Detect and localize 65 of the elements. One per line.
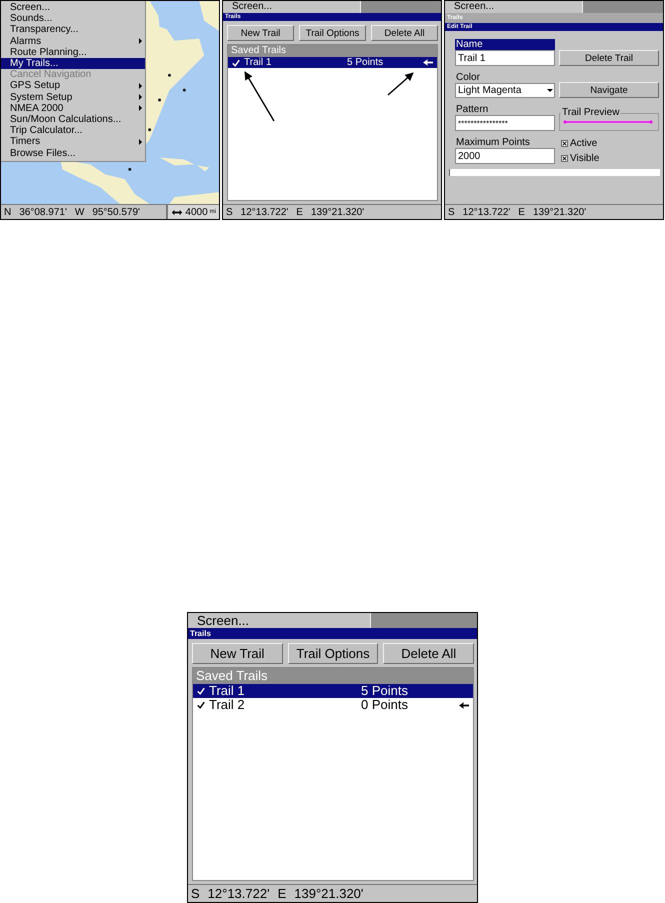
dropdown-arrow-icon [546, 89, 554, 92]
coordinate-text: E [296, 206, 303, 218]
coordinate-text: N [4, 206, 12, 218]
list-header: Saved Trails [193, 668, 473, 684]
menu-item[interactable]: Screen... [1, 2, 145, 14]
double-arrow-icon [171, 208, 184, 216]
coordinate-text: 95°50.579' [92, 206, 140, 218]
menu-item[interactable]: Route Planning... [1, 46, 145, 58]
field-label: Color [455, 72, 481, 83]
trail-row[interactable]: Trail 1 5 Points [193, 684, 473, 698]
coordinate-text: S [226, 206, 233, 218]
field-label: Pattern [455, 104, 490, 115]
navigate-button[interactable]: Navigate [559, 82, 659, 98]
pattern-field[interactable]: **************** [455, 115, 555, 131]
menu-item[interactable]: My Trails... [1, 58, 145, 70]
coordinate-text: E [278, 886, 286, 901]
coordinate-text: 36°08.971' [19, 206, 67, 218]
menu-item[interactable]: Trip Calculator... [1, 125, 145, 136]
menu-item[interactable]: Transparency... [1, 24, 145, 36]
coordinate-text: 139°21.320' [294, 886, 364, 901]
menu-item[interactable]: System Setup [1, 92, 145, 103]
menu-item[interactable]: Browse Files... [1, 147, 145, 159]
list-header: Saved Trails [228, 45, 437, 57]
zoom-value: 4000 [185, 206, 208, 218]
checkbox[interactable] [561, 155, 568, 162]
coordinate-text: 139°21.320' [310, 206, 364, 218]
field-label: Name [455, 39, 555, 50]
max-points-field[interactable]: 2000 [455, 148, 555, 164]
coordinate-text: S [191, 886, 200, 901]
checkbox[interactable] [561, 140, 568, 147]
trail-name: Trail 1 [244, 57, 272, 68]
action-button[interactable]: Trail Options [288, 643, 378, 664]
coordinate-text: 12°13.722' [462, 206, 510, 218]
menu-item[interactable]: NMEA 2000 [1, 102, 145, 114]
coordinate-text: S [448, 206, 455, 218]
menu-item[interactable]: Alarms [1, 36, 145, 47]
color-dropdown[interactable]: Light Magenta [455, 83, 555, 98]
coordinate-text: E [518, 206, 525, 218]
point-count: 0 Points [361, 698, 409, 712]
name-field[interactable]: Trail 1 [455, 50, 555, 66]
delete-trail-button[interactable]: Delete Trail [559, 50, 659, 66]
action-button[interactable]: Delete All [371, 25, 438, 41]
menu-item[interactable]: Sounds... [1, 13, 145, 24]
coordinate-text: 139°21.320' [532, 206, 586, 218]
preview-label: Trail Preview [561, 107, 620, 118]
trail-name: Trail 2 [209, 698, 246, 712]
coordinate-text: 12°13.722' [240, 206, 288, 218]
point-count: 5 Points [347, 57, 384, 68]
action-button[interactable]: Delete All [383, 643, 474, 664]
action-button[interactable]: Trail Options [299, 25, 366, 41]
action-button[interactable]: New Trail [227, 25, 294, 41]
trail-row[interactable]: Trail 2 0 Points [193, 698, 473, 712]
menu-item[interactable]: Timers [1, 136, 145, 148]
checkbox-label: Visible [570, 153, 600, 164]
action-button[interactable]: New Trail [192, 643, 283, 664]
coordinate-text: W [74, 206, 84, 218]
checkbox-label: Active [570, 138, 598, 149]
coordinate-text: 12°13.722' [208, 886, 270, 901]
trail-row[interactable]: Trail 1 5 Points [228, 57, 437, 68]
field-label: Maximum Points [455, 137, 531, 148]
point-count: 5 Points [361, 684, 409, 698]
window-title: Trails [188, 628, 477, 639]
trail-name: Trail 1 [209, 684, 246, 698]
menu-item[interactable]: Sun/Moon Calculations... [1, 114, 145, 126]
menu-item[interactable]: GPS Setup [1, 80, 145, 92]
